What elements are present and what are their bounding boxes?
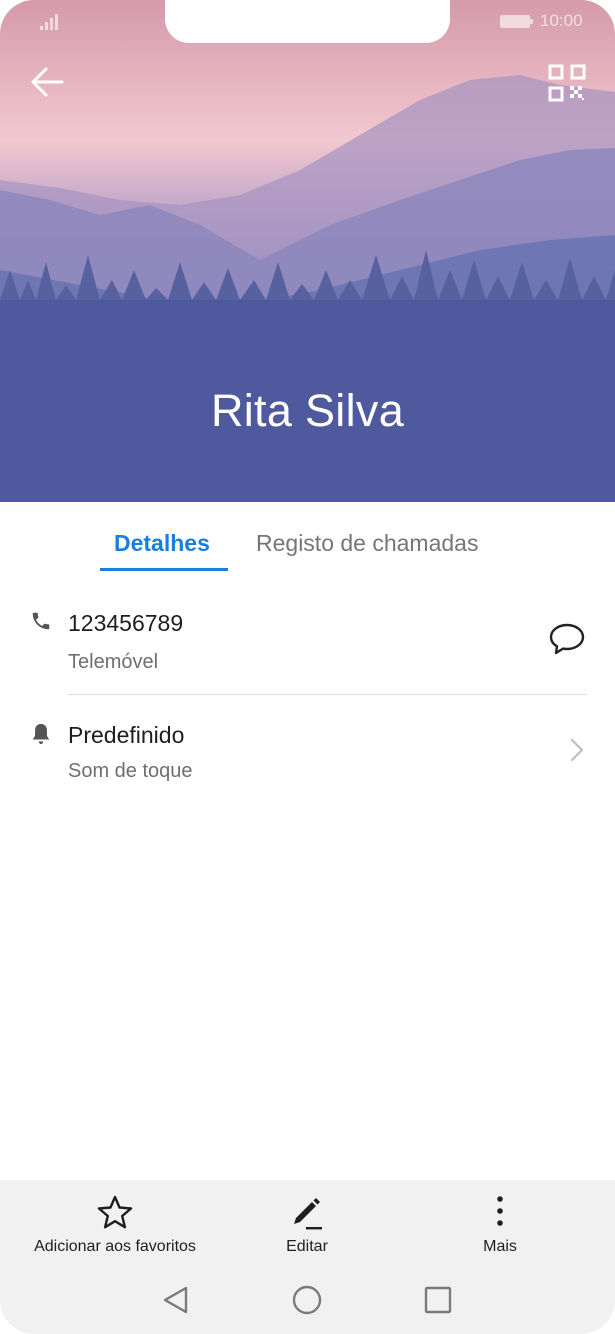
battery-icon (500, 15, 533, 28)
star-icon (97, 1195, 133, 1229)
arrow-left-icon (31, 67, 64, 97)
nav-back-button[interactable] (156, 1280, 196, 1320)
more-vertical-icon (497, 1196, 503, 1226)
add-to-favorites-label: Adicionar aos favoritos (34, 1238, 196, 1255)
phone-number: 123456789 (68, 610, 184, 636)
contact-name: Rita Silva (210, 385, 405, 436)
bell-icon (32, 723, 50, 745)
active-tab-indicator (100, 568, 228, 571)
send-message-button[interactable] (548, 620, 586, 658)
phone-icon (32, 612, 50, 630)
phone-number-row[interactable]: 123456789 Telemóvel (0, 600, 615, 692)
status-time: 10:00 (540, 11, 583, 30)
message-icon (549, 623, 585, 655)
ringtone-row[interactable]: Predefinido Som de toque (0, 712, 615, 798)
phone-type: Telemóvel (68, 651, 159, 673)
bottom-action-bar: Adicionar aos favoritos Editar Mais (0, 1180, 615, 1334)
add-to-favorites-button[interactable]: Adicionar aos favoritos (14, 1180, 216, 1270)
signal-icon (40, 14, 58, 30)
tab-bar: Detalhes Registo de chamadas (0, 502, 615, 574)
edit-label: Editar (286, 1238, 328, 1255)
circle-home-icon (292, 1285, 322, 1315)
square-recents-icon (424, 1286, 452, 1314)
ringtone-value: Predefinido (68, 722, 185, 748)
display-notch (165, 0, 450, 43)
nav-recents-button[interactable] (418, 1280, 458, 1320)
back-button[interactable] (28, 62, 68, 102)
pencil-icon (294, 1198, 322, 1230)
qr-code-icon (548, 64, 586, 102)
more-options-button[interactable]: Mais (450, 1180, 550, 1270)
nav-home-button[interactable] (287, 1280, 327, 1320)
row-divider (68, 694, 587, 695)
more-label: Mais (483, 1238, 517, 1255)
ringtone-label: Som de toque (68, 760, 193, 782)
triangle-back-icon (163, 1286, 188, 1314)
qr-code-button[interactable] (548, 64, 586, 102)
edit-button[interactable]: Editar (257, 1180, 357, 1270)
phone-screen: 10:00 Rita Silva Detalhes Registo de cha… (0, 0, 615, 1334)
tab-call-log[interactable]: Registo de chamadas (256, 530, 478, 557)
chevron-right-icon (570, 738, 584, 762)
tab-details[interactable]: Detalhes (114, 530, 210, 557)
contact-header: 10:00 Rita Silva (0, 0, 615, 502)
